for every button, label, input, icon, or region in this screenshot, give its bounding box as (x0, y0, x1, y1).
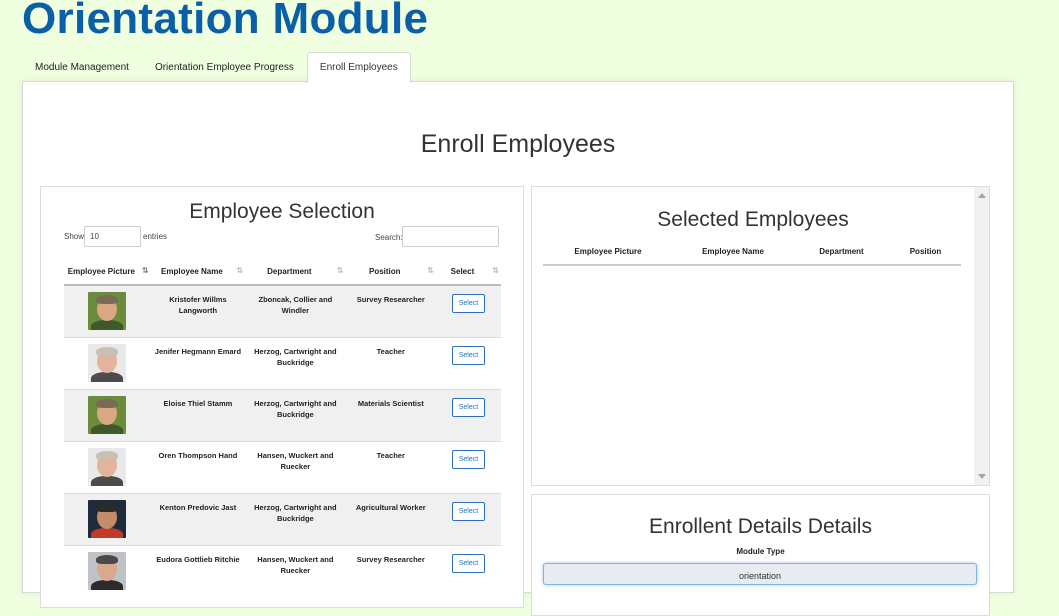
select-cell: Select (435, 441, 501, 494)
column-header-position[interactable]: Position ⇅ (345, 258, 436, 286)
select-employee-button[interactable]: Select (451, 398, 485, 417)
column-label: Department (267, 266, 312, 276)
employee-name: Kenton Predovic Jast (150, 493, 246, 546)
employee-picture-cell (64, 337, 151, 390)
scroll-up-icon[interactable] (978, 193, 986, 198)
employee-picture-cell (64, 389, 151, 442)
column-header-position: Position (909, 247, 942, 256)
column-label: Select (450, 266, 475, 276)
enrollment-details-title: Enrollent Details Details (649, 515, 872, 538)
scroll-down-icon[interactable] (978, 474, 986, 479)
sort-icon: ⇅ (336, 266, 344, 275)
page-length-select[interactable]: 10 (84, 226, 141, 247)
employee-name: Jenifer Hegmann Emard (150, 337, 246, 390)
employee-position: Materials Scientist (345, 389, 436, 442)
table-row: Kenton Predovic Jast Herzog, Cartwright … (64, 493, 501, 546)
show-label: Show (64, 232, 85, 241)
tab-module-management[interactable]: Module Management (22, 52, 142, 82)
sort-icon: ⇅ (236, 266, 243, 275)
tab-enroll-employees[interactable]: Enroll Employees (306, 52, 411, 83)
employee-position: Survey Researcher (345, 284, 436, 338)
employee-avatar (88, 396, 127, 434)
employee-avatar (88, 552, 127, 590)
entries-label: entries (143, 232, 168, 241)
table-row: Kristofer Willms Langworth Zboncak, Coll… (64, 284, 501, 338)
column-header-employee-name: Employee Name (702, 247, 764, 256)
select-cell: Select (435, 337, 501, 390)
table-row: Jenifer Hegmann Emard Herzog, Cartwright… (64, 337, 501, 390)
employee-position: Survey Researcher (345, 545, 436, 597)
employee-name: Eudora Gottlieb Ritchie (150, 545, 246, 597)
module-type-label: Module Type (736, 547, 785, 556)
employee-selection-title: Employee Selection (189, 200, 375, 223)
selected-employees-title: Selected Employees (657, 208, 849, 231)
employee-name: Oren Thompson Hand (150, 441, 246, 494)
employee-picture-cell (64, 493, 151, 546)
employee-position: Teacher (345, 337, 436, 390)
employee-avatar (88, 292, 127, 330)
enroll-employees-card: Enroll Employees Employee Selection Show… (22, 81, 1014, 616)
employee-picture-cell (64, 545, 151, 597)
module-type-select[interactable]: orientation (543, 563, 977, 585)
table-row: Oren Thompson Hand Hansen, Wuckert and R… (64, 441, 501, 494)
table-header-row: Employee Picture ⇅ Employee Name ⇅ Departm… (64, 258, 501, 286)
sort-icon: ⇅ (492, 266, 499, 275)
select-employee-button[interactable]: Select (451, 554, 485, 573)
tab-bar: Module Management Orientation Employee P… (22, 52, 411, 83)
sort-icon: ⇅ (427, 266, 434, 275)
employee-department: Herzog, Cartwright and Buckridge (245, 337, 346, 390)
table-row: Eloise Thiel Stamm Herzog, Cartwright an… (64, 389, 501, 442)
employee-department: Herzog, Cartwright and Buckridge (245, 389, 346, 442)
enrollment-details-panel: Enrollent Details Details Module Type or… (531, 494, 990, 616)
employee-name: Eloise Thiel Stamm (150, 389, 246, 442)
column-header-employee-picture[interactable]: Employee Picture ⇅ (64, 258, 151, 286)
employee-picture-cell (64, 284, 151, 338)
employee-selection-panel: Employee Selection Show 10 entries Searc… (40, 186, 524, 608)
selected-employees-panel: Selected Employees Employee Picture Empl… (531, 186, 990, 486)
column-header-select[interactable]: Select ⇅ (435, 258, 501, 286)
page-title: Enroll Employees (420, 130, 616, 158)
column-label: Position (368, 266, 401, 276)
app-title: Orientation Module (22, 0, 429, 43)
select-cell: Select (435, 389, 501, 442)
sort-icon: ⇅ (142, 266, 149, 275)
column-header-employee-name[interactable]: Employee Name ⇅ (150, 258, 246, 286)
tab-orientation-employee-progress[interactable]: Orientation Employee Progress (142, 52, 307, 82)
employee-avatar (88, 500, 127, 538)
column-label: Employee Name (161, 266, 223, 276)
vertical-scrollbar[interactable] (974, 187, 989, 485)
column-header-employee-picture: Employee Picture (574, 247, 642, 256)
employee-picture-cell (64, 441, 151, 494)
employee-name: Kristofer Willms Langworth (150, 284, 246, 338)
select-employee-button[interactable]: Select (451, 450, 485, 469)
select-cell: Select (435, 545, 501, 597)
employee-department: Zboncak, Collier and Windler (245, 284, 346, 338)
column-label: Employee Picture (67, 266, 135, 276)
employee-position: Teacher (345, 441, 436, 494)
employee-department: Herzog, Cartwright and Buckridge (245, 493, 346, 546)
table-row: Eudora Gottlieb Ritchie Hansen, Wuckert … (64, 545, 501, 597)
select-employee-button[interactable]: Select (451, 502, 485, 521)
select-employee-button[interactable]: Select (451, 294, 485, 313)
employee-table: Employee Picture ⇅ Employee Name ⇅ Departm… (64, 258, 501, 597)
search-input[interactable] (402, 226, 499, 247)
employee-avatar (88, 448, 127, 486)
select-cell: Select (435, 284, 501, 338)
table-controls: Show 10 entries Search: (41, 226, 523, 256)
selected-employees-header: Employee Picture Employee Name Departmen… (543, 242, 961, 266)
select-employee-button[interactable]: Select (451, 346, 485, 365)
employee-department: Hansen, Wuckert and Ruecker (245, 545, 346, 597)
employee-position: Agricultural Worker (345, 493, 436, 546)
select-cell: Select (435, 493, 501, 546)
employee-department: Hansen, Wuckert and Ruecker (245, 441, 346, 494)
employee-avatar (88, 344, 127, 382)
column-header-department[interactable]: Department ⇅ (245, 258, 346, 286)
search-label: Search: (375, 233, 403, 242)
column-header-department: Department (819, 247, 864, 256)
